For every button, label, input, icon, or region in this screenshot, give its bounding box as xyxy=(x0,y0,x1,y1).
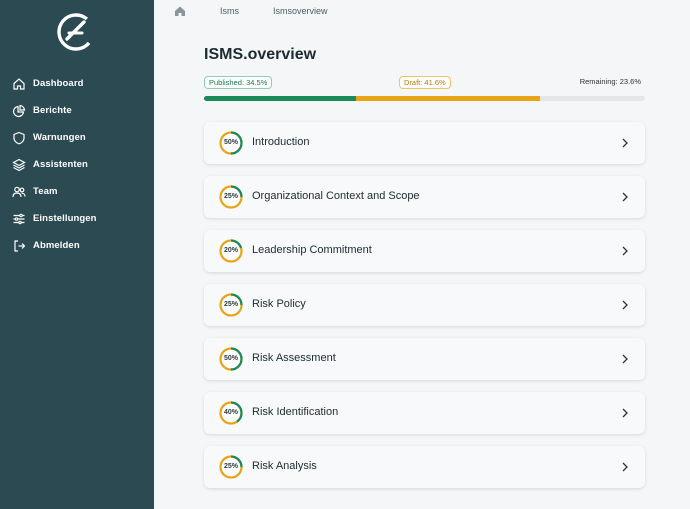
sidebar-item-team[interactable]: Team xyxy=(0,178,154,205)
progress-legend: Published: 34.5% Draft: 41.6% Remaining:… xyxy=(204,76,645,90)
section-card[interactable]: 25% Organizational Context and Scope xyxy=(204,176,645,218)
sidebar-item-assistenten[interactable]: Assistenten xyxy=(0,151,154,178)
progress-published-segment xyxy=(204,96,357,101)
section-title: Risk Assessment xyxy=(252,352,336,364)
section-percent: 50% xyxy=(223,355,238,362)
sidebar-item-label: Abmelden xyxy=(33,240,80,251)
draft-badge: Draft: 41.6% xyxy=(399,76,451,89)
overall-progress-bar xyxy=(204,96,645,101)
section-percent: 40% xyxy=(223,409,238,416)
section-title: Introduction xyxy=(252,136,310,148)
chevron-right-icon[interactable] xyxy=(621,191,629,203)
section-percent: 25% xyxy=(223,301,238,308)
sidebar-item-berichte[interactable]: Berichte xyxy=(0,97,154,124)
section-card[interactable]: 50% Introduction xyxy=(204,122,645,164)
chevron-right-icon[interactable] xyxy=(621,137,629,149)
section-card[interactable]: 25% Risk Analysis xyxy=(204,446,645,488)
section-title: Risk Identification xyxy=(252,406,339,418)
breadcrumb-item-ismsoverview[interactable]: Ismsoverview xyxy=(273,6,328,16)
chevron-right-icon[interactable] xyxy=(621,299,629,311)
section-percent: 20% xyxy=(223,247,238,254)
logout-icon xyxy=(14,239,26,252)
sidebar: Dashboard Berichte Warnungen Assistenten… xyxy=(0,0,154,509)
sidebar-item-abmelden[interactable]: Abmelden xyxy=(0,232,154,259)
breadcrumb: Isms Ismsoverview xyxy=(174,4,328,18)
section-card[interactable]: 40% Risk Identification xyxy=(204,392,645,434)
breadcrumb-item-isms[interactable]: Isms xyxy=(220,6,239,16)
sidebar-item-dashboard[interactable]: Dashboard xyxy=(0,70,154,97)
sidebar-item-label: Einstellungen xyxy=(33,213,97,224)
home-icon[interactable] xyxy=(174,5,186,17)
logo-icon[interactable] xyxy=(56,12,96,52)
section-card[interactable]: 50% Risk Assessment xyxy=(204,338,645,380)
chevron-right-icon[interactable] xyxy=(621,461,629,473)
section-title: Organizational Context and Scope xyxy=(252,190,420,202)
section-percent: 25% xyxy=(223,193,238,200)
sidebar-item-label: Warnungen xyxy=(33,132,86,143)
progress-draft-segment xyxy=(356,96,540,101)
section-card[interactable]: 20% Leadership Commitment xyxy=(204,230,645,272)
sliders-icon xyxy=(13,213,25,224)
layers-icon xyxy=(12,158,26,171)
section-title: Risk Analysis xyxy=(252,460,317,472)
section-title: Leadership Commitment xyxy=(252,244,372,256)
page-title: ISMS.overview xyxy=(204,46,317,63)
remaining-label: Remaining: 23.6% xyxy=(579,77,641,86)
chevron-right-icon[interactable] xyxy=(621,353,629,365)
section-title: Risk Policy xyxy=(252,298,306,310)
sidebar-item-label: Team xyxy=(33,186,58,197)
chart-pie-icon xyxy=(12,104,26,117)
section-percent: 50% xyxy=(223,139,238,146)
sidebar-item-warnungen[interactable]: Warnungen xyxy=(0,124,154,151)
published-badge: Published: 34.5% xyxy=(204,76,273,89)
sidebar-item-einstellungen[interactable]: Einstellungen xyxy=(0,205,154,232)
section-percent: 25% xyxy=(223,463,238,470)
home-icon xyxy=(13,77,25,90)
sidebar-item-label: Dashboard xyxy=(33,78,84,89)
sidebar-nav: Dashboard Berichte Warnungen Assistenten… xyxy=(0,70,154,259)
section-card[interactable]: 25% Risk Policy xyxy=(204,284,645,326)
chevron-right-icon[interactable] xyxy=(621,245,629,257)
sidebar-item-label: Assistenten xyxy=(33,159,88,170)
shield-icon xyxy=(13,131,25,144)
users-icon xyxy=(12,186,26,197)
sidebar-item-label: Berichte xyxy=(33,105,72,116)
chevron-right-icon[interactable] xyxy=(621,407,629,419)
section-list: 50% Introduction 25% Organizational Context… xyxy=(204,122,645,500)
